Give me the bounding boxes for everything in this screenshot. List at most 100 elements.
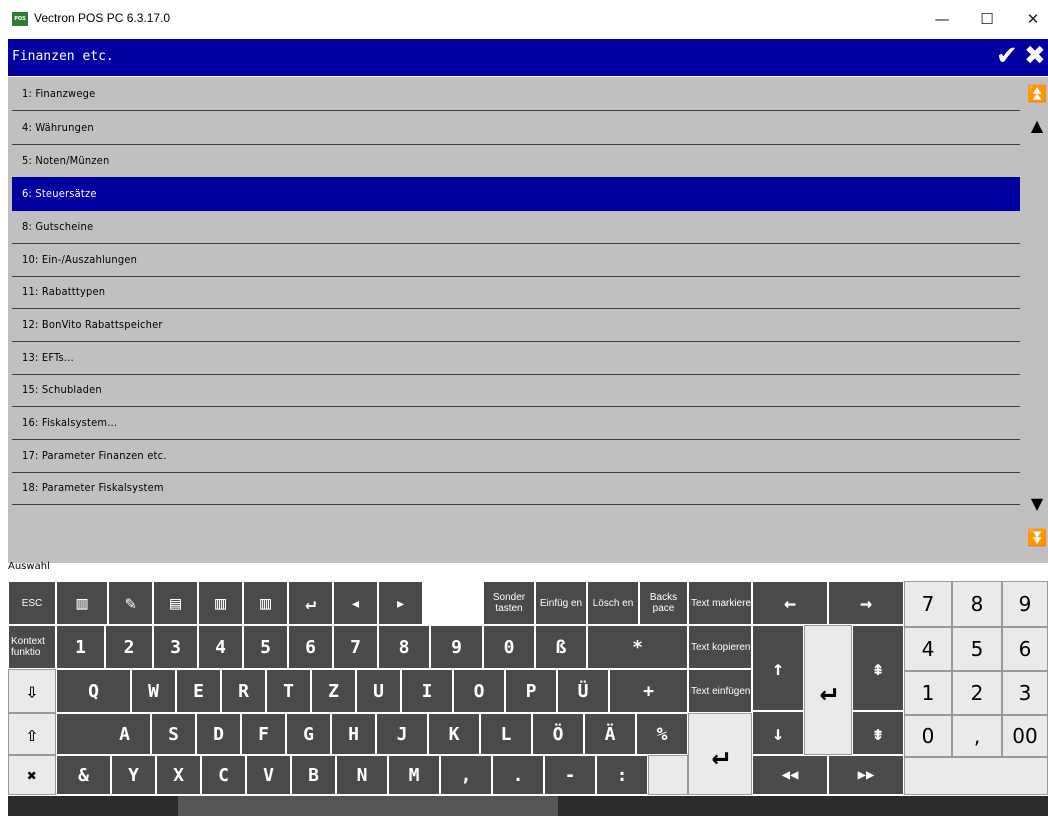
- numpad-00[interactable]: 00: [1002, 715, 1048, 757]
- list-item[interactable]: 18: Parameter Fiskalsystem: [12, 471, 1020, 505]
- key-6[interactable]: 6: [288, 625, 333, 669]
- key-x[interactable]: X: [156, 755, 201, 795]
- key-i[interactable]: I: [401, 669, 453, 713]
- key-9[interactable]: 9: [430, 625, 483, 669]
- list-item[interactable]: 5: Noten/Münzen: [12, 144, 1020, 178]
- list-item[interactable]: 13: EFTs...: [12, 341, 1020, 375]
- esc-key[interactable]: ESC: [8, 581, 56, 625]
- key-h[interactable]: H: [331, 713, 376, 755]
- numpad-3[interactable]: 3: [1002, 671, 1048, 715]
- key-c[interactable]: C: [201, 755, 246, 795]
- nav-enter-icon[interactable]: ↵: [804, 625, 852, 755]
- key-3[interactable]: 3: [153, 625, 198, 669]
- return-icon[interactable]: ↵: [288, 581, 333, 625]
- minimize-button[interactable]: —: [919, 0, 965, 37]
- numpad-7[interactable]: 7: [904, 581, 952, 627]
- numpad-5[interactable]: 5: [952, 627, 1002, 671]
- arrow-up-icon[interactable]: ↑: [752, 625, 804, 711]
- key-minus[interactable]: -: [544, 755, 596, 795]
- enter-key-icon[interactable]: ↵: [688, 713, 752, 795]
- text-kopieren-key[interactable]: Text kopieren: [688, 625, 752, 669]
- key-u[interactable]: U: [356, 669, 401, 713]
- caps-down-icon[interactable]: ⇩: [8, 669, 56, 713]
- list-item[interactable]: 8: Gutscheine: [12, 210, 1020, 244]
- list-item-selected[interactable]: 6: Steuersätze: [12, 177, 1020, 211]
- key-period[interactable]: .: [492, 755, 544, 795]
- text-markieren-key[interactable]: Text markiere: [688, 581, 752, 625]
- numpad-1[interactable]: 1: [904, 671, 952, 715]
- key-b[interactable]: B: [291, 755, 336, 795]
- key-blank[interactable]: [648, 755, 688, 795]
- key-sz[interactable]: ß: [535, 625, 587, 669]
- key-v[interactable]: V: [246, 755, 291, 795]
- scroll-down-icon[interactable]: ▼: [1026, 495, 1048, 513]
- key-e[interactable]: E: [176, 669, 221, 713]
- key-1[interactable]: 1: [56, 625, 105, 669]
- key-5[interactable]: 5: [243, 625, 288, 669]
- move-right-icon[interactable]: ▸: [378, 581, 423, 625]
- key-t[interactable]: T: [266, 669, 311, 713]
- key-w[interactable]: W: [131, 669, 176, 713]
- list-item[interactable]: 12: BonVito Rabattspeicher: [12, 308, 1020, 342]
- arrow-down-icon[interactable]: ↓: [752, 711, 804, 755]
- key-z[interactable]: Z: [311, 669, 356, 713]
- list-item[interactable]: 16: Fiskalsystem...: [12, 406, 1020, 440]
- key-oe[interactable]: Ö: [532, 713, 584, 755]
- arrow-right-icon[interactable]: →: [828, 581, 904, 625]
- cancel-x-icon[interactable]: ✖: [1024, 41, 1046, 71]
- key-d[interactable]: D: [196, 713, 241, 755]
- list-item[interactable]: 11: Rabatttypen: [12, 275, 1020, 309]
- close-window-button[interactable]: ✕: [1010, 0, 1048, 37]
- key-0[interactable]: 0: [483, 625, 535, 669]
- key-p[interactable]: P: [505, 669, 557, 713]
- move-down-icon[interactable]: ▥: [243, 581, 288, 625]
- column-icon[interactable]: ▤: [153, 581, 198, 625]
- edit-doc-icon[interactable]: ✎: [108, 581, 153, 625]
- key-comma[interactable]: ,: [440, 755, 492, 795]
- numpad-4[interactable]: 4: [904, 627, 952, 671]
- key-g[interactable]: G: [286, 713, 331, 755]
- key-plus[interactable]: +: [609, 669, 688, 713]
- insert-column-icon[interactable]: ▥: [56, 581, 108, 625]
- key-ampersand[interactable]: &: [56, 755, 111, 795]
- key-7[interactable]: 7: [333, 625, 378, 669]
- kontext-key[interactable]: Kontext funktio: [8, 625, 56, 669]
- scroll-top-icon[interactable]: ⏫: [1026, 85, 1048, 103]
- key-percent[interactable]: %: [636, 713, 688, 755]
- list-item[interactable]: 4: Währungen: [12, 111, 1020, 145]
- loeschen-key[interactable]: Lösch en: [587, 581, 639, 625]
- key-colon[interactable]: :: [596, 755, 648, 795]
- key-2[interactable]: 2: [105, 625, 153, 669]
- key-m[interactable]: M: [388, 755, 440, 795]
- key-4[interactable]: 4: [198, 625, 243, 669]
- einfuegen-key[interactable]: Einfüg en: [535, 581, 587, 625]
- key-8[interactable]: 8: [378, 625, 430, 669]
- scroll-up-icon[interactable]: ▲: [1026, 117, 1048, 135]
- scroll-bottom-icon[interactable]: ⏬: [1026, 529, 1048, 547]
- key-q[interactable]: Q: [56, 669, 131, 713]
- numpad-6[interactable]: 6: [1002, 627, 1048, 671]
- arrow-left-icon[interactable]: ←: [752, 581, 828, 625]
- confirm-check-icon[interactable]: ✔: [996, 41, 1018, 71]
- forward-icon[interactable]: ▶▶: [828, 755, 904, 795]
- key-y[interactable]: Y: [111, 755, 156, 795]
- key-n[interactable]: N: [336, 755, 388, 795]
- scrollbar-thumb[interactable]: [178, 796, 558, 816]
- no-shift-icon[interactable]: ✖: [8, 755, 56, 795]
- key-r[interactable]: R: [221, 669, 266, 713]
- list-item[interactable]: 15: Schubladen: [12, 373, 1020, 407]
- numpad-0[interactable]: 0: [904, 715, 952, 757]
- list-item[interactable]: 10: Ein-/Auszahlungen: [12, 243, 1020, 277]
- rewind-icon[interactable]: ◀◀: [752, 755, 828, 795]
- move-up-icon[interactable]: ▥: [198, 581, 243, 625]
- key-l[interactable]: L: [480, 713, 532, 755]
- key-j[interactable]: J: [376, 713, 428, 755]
- backspace-key[interactable]: Backs pace: [639, 581, 688, 625]
- key-o[interactable]: O: [453, 669, 505, 713]
- key-asterisk[interactable]: *: [587, 625, 688, 669]
- sonder-tasten-key[interactable]: Sonder tasten: [483, 581, 535, 625]
- key-k[interactable]: K: [428, 713, 480, 755]
- key-f[interactable]: F: [241, 713, 286, 755]
- list-item[interactable]: 1: Finanzwege: [12, 77, 1020, 111]
- key-ue[interactable]: Ü: [557, 669, 609, 713]
